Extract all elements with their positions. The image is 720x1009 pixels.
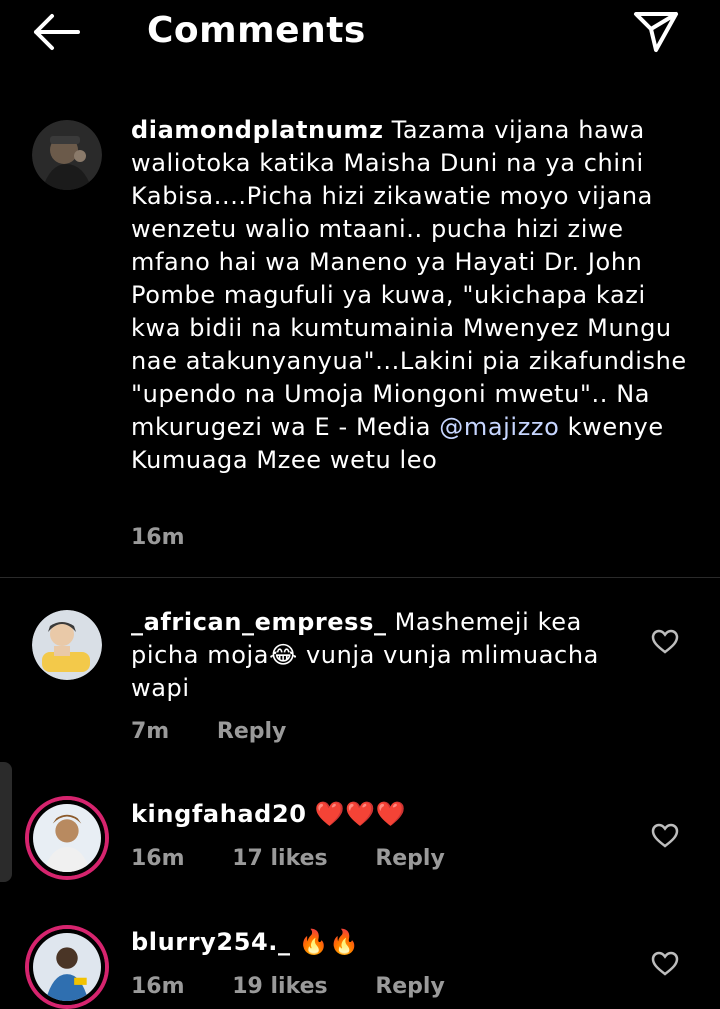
caption-username[interactable]: diamondplatnumz xyxy=(131,116,384,144)
comment-time: 16m xyxy=(131,846,185,871)
comment-username[interactable]: blurry254._ xyxy=(131,928,291,956)
commenter-avatar-story-ring[interactable] xyxy=(25,925,109,1009)
comment-text: blurry254._ 🔥🔥 xyxy=(131,926,621,959)
comment-username[interactable]: _african_empress_ xyxy=(131,608,387,636)
comment-time: 16m xyxy=(131,974,185,999)
comment-time: 7m xyxy=(131,719,170,744)
like-heart-icon[interactable] xyxy=(651,629,679,655)
caption-meta: 16m xyxy=(131,525,185,550)
likes-count[interactable]: 19 likes xyxy=(232,974,327,999)
comment-body: 🔥🔥 xyxy=(298,928,360,956)
reply-button[interactable]: Reply xyxy=(375,974,445,999)
like-heart-icon[interactable] xyxy=(651,823,679,849)
commenter-avatar-story-ring[interactable] xyxy=(25,796,109,880)
comment-meta: 7m Reply xyxy=(131,719,286,744)
caption-text: diamondplatnumz Tazama vijana hawa waliot… xyxy=(131,114,691,477)
comment-meta: 16m 17 likes Reply xyxy=(131,846,445,871)
comment-text: _african_empress_ Mashemeji kea picha moj… xyxy=(131,606,621,705)
comment-meta: 16m 19 likes Reply xyxy=(131,974,445,999)
commenter-avatar[interactable] xyxy=(32,610,102,680)
caption-author-avatar[interactable] xyxy=(32,120,102,190)
mention-link[interactable]: @majizzo xyxy=(439,413,559,441)
caption-time: 16m xyxy=(131,525,185,550)
page-title: Comments xyxy=(147,10,366,51)
divider xyxy=(0,577,720,578)
comment-username[interactable]: kingfahad20 xyxy=(131,800,307,828)
reply-button[interactable]: Reply xyxy=(375,846,445,871)
comments-header: Comments xyxy=(0,0,720,80)
send-direct-icon[interactable] xyxy=(632,10,680,54)
scroll-handle[interactable] xyxy=(0,762,12,882)
comment-body: ❤️❤️❤️ xyxy=(314,800,407,828)
back-arrow-icon[interactable] xyxy=(30,12,82,52)
caption-body: Tazama vijana hawa waliotoka katika Mais… xyxy=(131,116,687,441)
comment-text: kingfahad20 ❤️❤️❤️ xyxy=(131,798,621,831)
reply-button[interactable]: Reply xyxy=(217,719,287,744)
likes-count[interactable]: 17 likes xyxy=(232,846,327,871)
like-heart-icon[interactable] xyxy=(651,951,679,977)
